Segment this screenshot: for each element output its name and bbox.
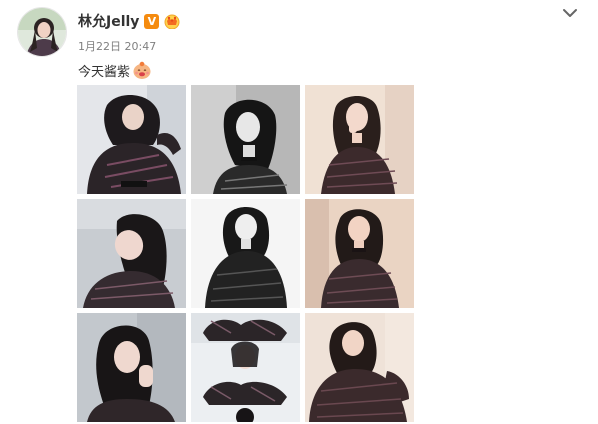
photo-3[interactable] bbox=[305, 85, 414, 194]
chevron-down-icon[interactable] bbox=[560, 5, 580, 21]
photo-9[interactable] bbox=[305, 313, 414, 422]
post-timestamp[interactable]: 1月22日 20:47 bbox=[78, 38, 156, 54]
photo-5[interactable] bbox=[191, 199, 300, 308]
photo-1[interactable] bbox=[77, 85, 186, 194]
avatar-photo-icon bbox=[18, 8, 66, 56]
photo-4[interactable] bbox=[77, 199, 186, 308]
username[interactable]: 林允Jelly bbox=[78, 11, 139, 31]
photo-7[interactable] bbox=[77, 313, 186, 422]
photo-2[interactable] bbox=[191, 85, 300, 194]
weibo-post: 林允Jelly V 1月22日 20:47 今天酱紫 bbox=[0, 0, 598, 424]
avatar[interactable] bbox=[17, 7, 67, 57]
photo-8[interactable] bbox=[191, 313, 300, 422]
crown-member-icon[interactable] bbox=[163, 13, 181, 29]
verified-icon[interactable]: V bbox=[144, 13, 160, 29]
name-row: 林允Jelly V bbox=[78, 11, 181, 31]
photo-6[interactable] bbox=[305, 199, 414, 308]
post-text: 今天酱紫 bbox=[78, 64, 131, 80]
baby-emoji-icon bbox=[133, 61, 151, 79]
post-content: 今天酱紫 bbox=[78, 59, 153, 81]
